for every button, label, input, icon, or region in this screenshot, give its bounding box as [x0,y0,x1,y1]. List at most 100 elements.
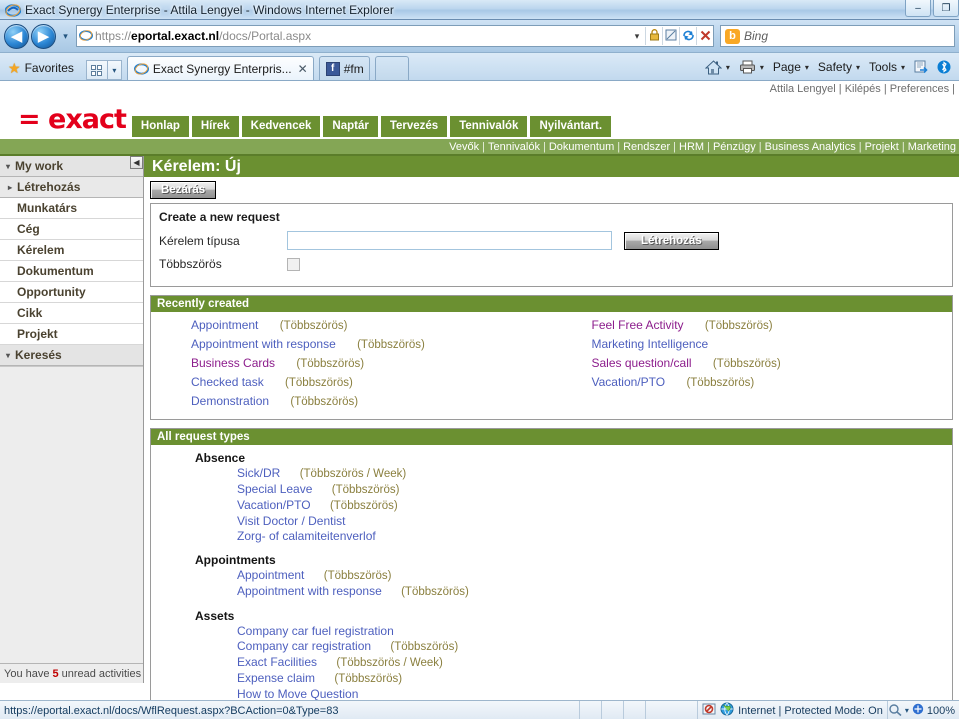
sidebar-group-letrehozas[interactable]: ▸ Létrehozás [0,177,143,198]
request-link-visit-doctor-dentist[interactable]: Visit Doctor / Dentist [237,514,345,528]
nav-hirek[interactable]: Hírek [191,116,239,137]
safety-menu[interactable]: Safety ▾ [814,60,864,74]
subnav-rendszer[interactable]: Rendszer [623,141,670,153]
chevron-down-icon[interactable]: ▾ [901,63,905,72]
request-link-appointment-with-response[interactable]: Appointment with response [237,584,382,598]
sidebar-group-label: Keresés [15,348,62,362]
logout-link[interactable]: Kilépés [845,83,881,95]
request-type-input[interactable] [287,231,612,250]
unread-prefix: You have [4,667,50,680]
subnav-dokumentum[interactable]: Dokumentum [549,141,614,153]
multi-label: (Többszörös) [704,320,773,332]
browser-tab-inactive[interactable]: f #fm [318,56,370,80]
subnav-business-analytics[interactable]: Business Analytics [765,141,856,153]
nav-naptar[interactable]: Naptár [323,116,378,137]
request-link-vacation-pto[interactable]: Vacation/PTO [237,498,311,512]
chevron-down-icon[interactable]: ▾ [905,706,909,715]
favorites-button[interactable]: ★ Favorites [6,56,80,80]
sidebar-item-ceg[interactable]: Cég [0,219,143,240]
address-dropdown-icon[interactable]: ▾ [629,31,645,42]
compatibility-view-icon[interactable] [663,29,679,43]
favorites-bar-grid-icon[interactable] [85,60,108,80]
sidebar-item-kerelem[interactable]: Kérelem [0,240,143,261]
maximize-button[interactable]: ❐ [933,0,959,17]
browser-tab-active[interactable]: Exact Synergy Enterpris... ✕ [126,56,314,80]
request-link-feel-free-activity[interactable]: Feel Free Activity [592,318,684,332]
sidebar-item-cikk[interactable]: Cikk [0,303,143,324]
subnav-vevok[interactable]: Vevők [449,141,479,153]
request-link-appointment-with-response[interactable]: Appointment with response [191,337,336,351]
page-menu[interactable]: Page ▾ [769,60,813,74]
request-link-special-leave[interactable]: Special Leave [237,482,312,496]
nav-tervezes[interactable]: Tervezés [380,116,448,137]
zoom-control[interactable]: ▾ 100% [886,700,959,719]
request-type-row: Kérelem típusa Létrehozás [159,231,944,250]
request-link-marketing-intelligence[interactable]: Marketing Intelligence [592,337,709,351]
window-controls[interactable]: – ❐ [905,0,959,17]
request-link-vacation-pto[interactable]: Vacation/PTO [592,375,666,389]
nav-tennivalok[interactable]: Tennivalók [450,116,528,137]
create-button[interactable]: Létrehozás [624,231,719,250]
sidebar-item-dokumentum[interactable]: Dokumentum [0,261,143,282]
request-link-company-car-registration[interactable]: Company car registration [237,639,371,653]
sidebar-item-opportunity[interactable]: Opportunity [0,282,143,303]
request-link-how-to-move-question[interactable]: How to Move Question [237,687,358,700]
new-tab-button[interactable] [374,56,409,80]
subnav-penzugy[interactable]: Pénzügy [713,141,756,153]
search-box[interactable]: b Bing [720,25,955,47]
print-button[interactable]: ▾ [735,60,768,74]
request-link-appointment[interactable]: Appointment [237,568,304,582]
stop-icon[interactable] [697,30,713,43]
chevron-down-icon[interactable]: ▾ [856,63,860,72]
nav-kedvencek[interactable]: Kedvencek [241,116,321,137]
sidebar-group-my-work[interactable]: ▾ My work [0,156,143,177]
close-button[interactable]: Bezárás [150,181,217,199]
chevron-down-icon[interactable]: ▾ [805,63,809,72]
request-link-appointment[interactable]: Appointment [191,318,258,332]
chevron-down-icon[interactable]: ▾ [760,63,764,72]
sidebar-item-projekt[interactable]: Projekt [0,324,143,345]
subnav-marketing[interactable]: Marketing [908,141,956,153]
nav-honlap[interactable]: Honlap [131,116,189,137]
address-bar[interactable]: https://eportal.exact.nl/docs/Portal.asp… [76,25,714,47]
request-link-business-cards[interactable]: Business Cards [191,356,275,370]
sidebar-collapse-button[interactable]: ◀ [130,156,143,169]
request-link-company-car-fuel-registration[interactable]: Company car fuel registration [237,624,394,638]
refresh-icon[interactable] [680,29,696,44]
nav-nyilvantart[interactable]: Nyilvántart. [530,116,612,137]
list-item: Sales question/call (Többszörös) [592,356,953,370]
sidebar-filler [0,366,143,663]
address-bar-url[interactable]: https://eportal.exact.nl/docs/Portal.asp… [95,29,629,43]
request-link-sales-question-call[interactable]: Sales question/call [592,356,692,370]
request-link-zorg-calamiteitenverlof[interactable]: Zorg- of calamiteitenverlof [237,529,376,543]
request-link-demonstration[interactable]: Demonstration [191,394,269,408]
request-link-sick-dr[interactable]: Sick/DR [237,466,280,480]
preferences-link[interactable]: Preferences [890,83,949,95]
security-zone[interactable]: Internet | Protected Mode: On [697,700,887,719]
favorites-bar-chevron-down-icon[interactable]: ▾ [107,60,122,80]
tools-menu[interactable]: Tools ▾ [865,60,909,74]
toolbar: Bezárás [144,177,959,203]
request-link-exact-facilities[interactable]: Exact Facilities [237,655,317,669]
lock-icon [646,29,662,43]
close-icon[interactable]: ✕ [298,62,308,76]
request-group-absence: Absence Sick/DR (Többszörös / Week) Spec… [151,451,952,544]
subnav-projekt[interactable]: Projekt [865,141,899,153]
forward-button[interactable]: ▶ [31,23,56,49]
send-to-onenote-icon[interactable] [910,57,932,78]
history-dropdown-icon[interactable]: ▾ [58,31,73,42]
bluetooth-icon[interactable] [933,57,955,78]
chevron-down-icon[interactable]: ▾ [726,63,730,72]
minimize-button[interactable]: – [905,0,931,17]
request-link-checked-task[interactable]: Checked task [191,375,264,389]
sidebar-group-kereses[interactable]: ▾ Keresés [0,345,143,366]
url-scheme: https:// [95,29,132,43]
multiple-checkbox[interactable] [287,257,300,271]
subnav-tennivalok[interactable]: Tennivalók [488,141,540,153]
home-button[interactable]: ▾ [701,59,734,75]
subnav-hrm[interactable]: HRM [679,141,704,153]
sidebar-item-munkatars[interactable]: Munkatárs [0,198,143,219]
request-link-expense-claim[interactable]: Expense claim [237,671,315,685]
back-button[interactable]: ◀ [4,23,29,49]
list-item: Appointment (Többszörös) [191,318,552,332]
